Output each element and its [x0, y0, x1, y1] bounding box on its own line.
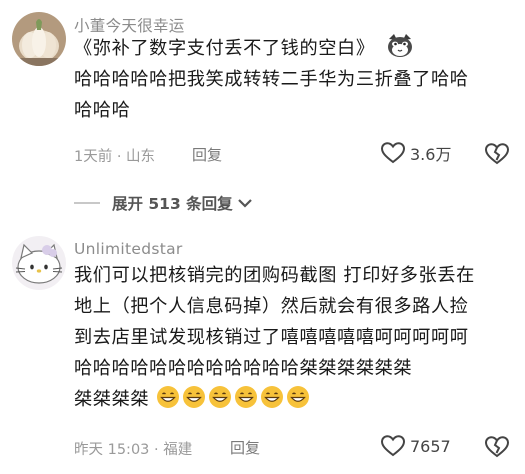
heart-outline-icon	[380, 435, 406, 457]
garlic-avatar-icon	[12, 12, 66, 66]
comment-line-text: 《弥补了数字支付丢不了钱的空白》	[74, 38, 375, 59]
dislike-button[interactable]	[484, 435, 510, 463]
username[interactable]: Unlimitedstar	[74, 240, 183, 258]
like-button[interactable]: 3.6万	[380, 141, 451, 165]
broken-heart-icon	[484, 143, 510, 165]
comment-line: 哈哈哈	[74, 100, 131, 121]
comment-line: 《弥补了数字支付丢不了钱的空白》	[74, 33, 469, 64]
reply-button[interactable]: 回复	[230, 437, 260, 458]
comment-line: 哈哈哈哈哈把我笑成转转二手华为三折叠了哈哈	[74, 69, 469, 90]
hello-kitty-avatar-icon	[12, 236, 66, 290]
comment-line: 地上（把个人信息码掉）然后就会有很多路人捡	[74, 296, 469, 317]
comment-line: 哈哈哈哈哈哈哈哈哈哈哈哈桀桀桀桀桀桀	[74, 358, 413, 379]
chevron-down-icon	[237, 199, 252, 208]
emoji-run	[156, 386, 312, 410]
like-count: 7657	[410, 436, 451, 456]
grinning-face-emoji	[234, 386, 257, 408]
comment-line: 我们可以把核销完的团购码截图 打印好多张丢在	[74, 265, 475, 286]
grinning-face-emoji	[208, 386, 231, 408]
grinning-face-emoji	[260, 386, 283, 408]
comment-2: Unlimitedstar 我们可以把核销完的团购码截图 打印好多张丢在 地上（…	[0, 230, 525, 474]
divider	[74, 202, 100, 204]
comment-line-text: 桀桀桀桀	[74, 389, 150, 410]
comment-text: 《弥补了数字支付丢不了钱的空白》 哈哈哈哈哈把我笑成转转二手华为三折叠了哈哈 哈…	[74, 33, 469, 126]
grinning-face-emoji	[286, 386, 309, 408]
comment-line: 到去店里试发现核销过了嘻嘻嘻嘻嘻呵呵呵呵呵	[74, 327, 469, 348]
reply-button[interactable]: 回复	[192, 144, 222, 165]
time-location: 1天前 · 山东	[74, 149, 156, 165]
dislike-button[interactable]	[484, 142, 510, 170]
time-location: 昨天 15:03 · 福建	[74, 442, 193, 458]
broken-heart-icon	[484, 436, 510, 458]
avatar[interactable]	[12, 236, 66, 290]
heart-outline-icon	[380, 142, 406, 164]
like-count: 3.6万	[410, 145, 452, 164]
expand-replies-label: 展开 513 条回复	[112, 195, 233, 213]
comment-line: 桀桀桀桀	[74, 384, 475, 415]
avatar[interactable]	[12, 12, 66, 66]
comment-1: 小董今天很幸运 《弥补了数字支付丢不了钱的空白》 哈哈哈哈哈把我笑成转转二手华为…	[0, 0, 525, 180]
grinning-face-emoji	[156, 386, 179, 408]
comment-text: 我们可以把核销完的团购码截图 打印好多张丢在 地上（把个人信息码掉）然后就会有很…	[74, 260, 475, 415]
grinning-face-emoji	[182, 386, 205, 408]
expand-replies-button[interactable]: 展开 513 条回复	[74, 192, 253, 214]
cat-sticker-icon	[388, 34, 412, 57]
like-button[interactable]: 7657	[380, 434, 451, 458]
